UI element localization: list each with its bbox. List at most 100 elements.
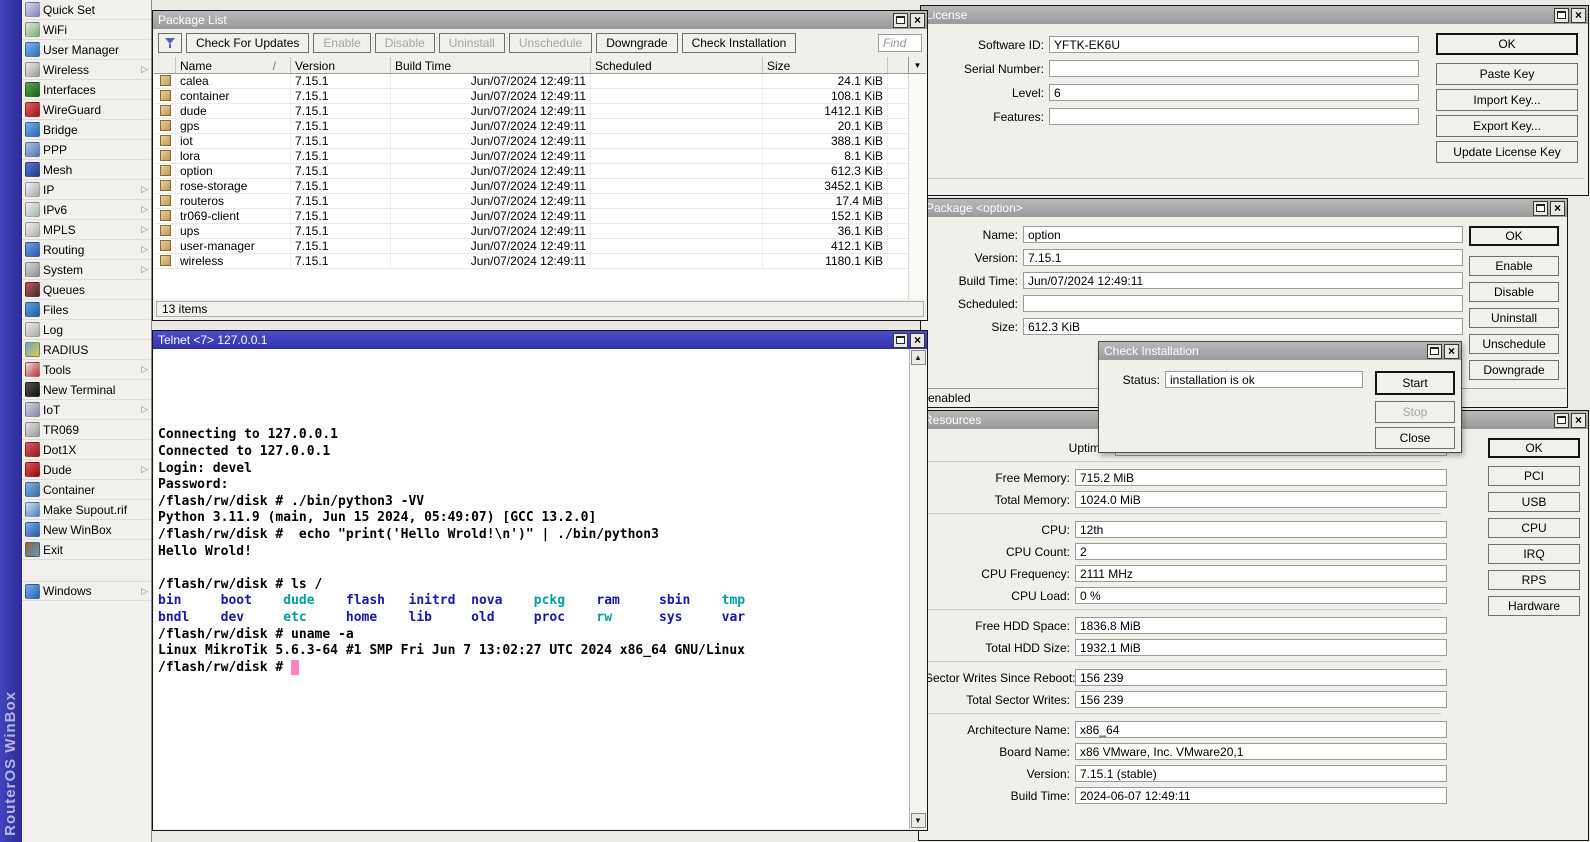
package-row-gps[interactable]: gps7.15.1Jun/07/2024 12:49:1120.1 KiB [154,119,926,134]
check-installation-titlebar[interactable]: Check Installation × [1099,342,1461,360]
ok-button[interactable]: OK [1488,438,1580,458]
scroll-up-button[interactable]: ▲ [911,350,926,365]
terminal-scrollbar[interactable]: ▲ ▼ [909,349,926,829]
package-size-field[interactable]: 612.3 KiB [1023,318,1463,335]
column-size[interactable]: Size [763,57,888,73]
sidebar-item-interfaces[interactable]: Interfaces [22,80,151,100]
license-features-field[interactable] [1049,108,1419,125]
find-input[interactable] [878,34,922,52]
maximize-button[interactable] [1427,344,1442,359]
package-row-routeros[interactable]: routeros7.15.1Jun/07/2024 12:49:1117.4 M… [154,194,926,209]
package-row-ups[interactable]: ups7.15.1Jun/07/2024 12:49:1136.1 KiB [154,224,926,239]
resources-total-memory-field[interactable]: 1024.0 MiB [1075,491,1447,508]
sidebar-item-radius[interactable]: RADIUS [22,340,151,360]
close-button[interactable]: × [1550,201,1565,216]
resources-free-memory-field[interactable]: 715.2 MiB [1075,469,1447,486]
resources-sector-writes-since-reboot-field[interactable]: 156 239 [1075,669,1447,686]
package-row-tr069-client[interactable]: tr069-client7.15.1Jun/07/2024 12:49:1115… [154,209,926,224]
pci-button[interactable]: PCI [1488,466,1580,486]
filter-button[interactable] [158,33,182,53]
package-build-time-field[interactable]: Jun/07/2024 12:49:11 [1023,272,1463,289]
column-scheduled[interactable]: Scheduled [591,57,763,73]
column-build-time[interactable]: Build Time [391,57,591,73]
resources-build-time-field[interactable]: 2024-06-07 12:49:11 [1075,787,1447,804]
package-scheduled-field[interactable] [1023,295,1463,312]
close-button[interactable]: × [1444,344,1459,359]
close-button[interactable]: × [1571,413,1586,428]
license-titlebar[interactable]: License × [921,6,1588,24]
sidebar-item-quick-set[interactable]: Quick Set [22,0,151,20]
check-for-updates-button[interactable]: Check For Updates [186,33,309,53]
update-license-key-button[interactable]: Update License Key [1436,141,1578,163]
column-name[interactable]: Name/ [176,57,291,73]
paste-key-button[interactable]: Paste Key [1436,63,1578,85]
resources-total-sector-writes-field[interactable]: 156 239 [1075,691,1447,708]
package-row-option[interactable]: option7.15.1Jun/07/2024 12:49:11612.3 Ki… [154,164,926,179]
resources-architecture-name-field[interactable]: x86_64 [1075,721,1447,738]
resources-board-name-field[interactable]: x86 VMware, Inc. VMware20,1 [1075,743,1447,760]
sidebar-item-bridge[interactable]: Bridge [22,120,151,140]
sidebar-item-wireguard[interactable]: WireGuard [22,100,151,120]
sidebar-item-files[interactable]: Files [22,300,151,320]
sidebar-item-iot[interactable]: IoT▷ [22,400,151,420]
close-button[interactable]: × [1571,8,1586,23]
resources-free-hdd-space-field[interactable]: 1836.8 MiB [1075,617,1447,634]
sidebar-item-windows[interactable]: Windows▷ [22,581,151,601]
package-table-scrollbar[interactable] [908,74,926,299]
resources-cpu-field[interactable]: 12th [1075,521,1447,538]
check-installation-button[interactable]: Check Installation [682,33,797,53]
enable-button[interactable]: Enable [1469,256,1559,276]
close-button[interactable]: × [910,13,925,28]
package-row-iot[interactable]: iot7.15.1Jun/07/2024 12:49:11388.1 KiB [154,134,926,149]
resources-cpu-count-field[interactable]: 2 [1075,543,1447,560]
package-row-calea[interactable]: calea7.15.1Jun/07/2024 12:49:1124.1 KiB [154,74,926,89]
ok-button[interactable]: OK [1469,226,1559,246]
ok-button[interactable]: OK [1436,33,1578,55]
export-key-button[interactable]: Export Key... [1436,115,1578,137]
maximize-button[interactable] [893,13,908,28]
license-serial-number-field[interactable] [1049,60,1419,77]
license-level-field[interactable]: 6 [1049,84,1419,101]
resources-cpu-load-field[interactable]: 0 % [1075,587,1447,604]
maximize-button[interactable] [893,333,908,348]
sidebar-item-tr069[interactable]: TR069 [22,420,151,440]
package-option-titlebar[interactable]: Package <option> × [921,199,1567,217]
telnet-titlebar[interactable]: Telnet <7> 127.0.0.1 × [153,331,927,349]
package-name-field[interactable]: option [1023,226,1463,243]
maximize-button[interactable] [1533,201,1548,216]
import-key-button[interactable]: Import Key... [1436,89,1578,111]
sidebar-item-new-terminal[interactable]: New Terminal [22,380,151,400]
resources-version-field[interactable]: 7.15.1 (stable) [1075,765,1447,782]
resources-total-hdd-size-field[interactable]: 1932.1 MiB [1075,639,1447,656]
rps-button[interactable]: RPS [1488,570,1580,590]
column-version[interactable]: Version [291,57,391,73]
package-row-container[interactable]: container7.15.1Jun/07/2024 12:49:11108.1… [154,89,926,104]
license-software-id-field[interactable]: YFTK-EK6U [1049,36,1419,53]
sidebar-item-wifi[interactable]: WiFi [22,20,151,40]
sidebar-item-exit[interactable]: Exit [22,540,151,560]
package-version-field[interactable]: 7.15.1 [1023,249,1463,266]
irq-button[interactable]: IRQ [1488,544,1580,564]
sidebar-item-ip[interactable]: IP▷ [22,180,151,200]
disable-button[interactable]: Disable [1469,282,1559,302]
uninstall-button[interactable]: Uninstall [1469,308,1559,328]
sidebar-item-log[interactable]: Log [22,320,151,340]
sidebar-item-mesh[interactable]: Mesh [22,160,151,180]
close-button[interactable]: Close [1375,427,1455,449]
hardware-button[interactable]: Hardware [1488,596,1580,616]
sidebar-item-user-manager[interactable]: User Manager [22,40,151,60]
cpu-button[interactable]: CPU [1488,518,1580,538]
package-row-lora[interactable]: lora7.15.1Jun/07/2024 12:49:118.1 KiB [154,149,926,164]
scroll-down-button[interactable]: ▼ [911,813,926,828]
sidebar-item-wireless[interactable]: Wireless▷ [22,60,151,80]
package-row-user-manager[interactable]: user-manager7.15.1Jun/07/2024 12:49:1141… [154,239,926,254]
close-button[interactable]: × [910,333,925,348]
sidebar-item-queues[interactable]: Queues [22,280,151,300]
downgrade-button[interactable]: Downgrade [1469,360,1559,380]
unschedule-button[interactable]: Unschedule [1469,334,1559,354]
sidebar-item-mpls[interactable]: MPLS▷ [22,220,151,240]
sidebar-item-routing[interactable]: Routing▷ [22,240,151,260]
downgrade-button[interactable]: Downgrade [596,33,677,53]
package-row-wireless[interactable]: wireless7.15.1Jun/07/2024 12:49:111180.1… [154,254,926,269]
package-list-titlebar[interactable]: Package List × [153,11,927,29]
